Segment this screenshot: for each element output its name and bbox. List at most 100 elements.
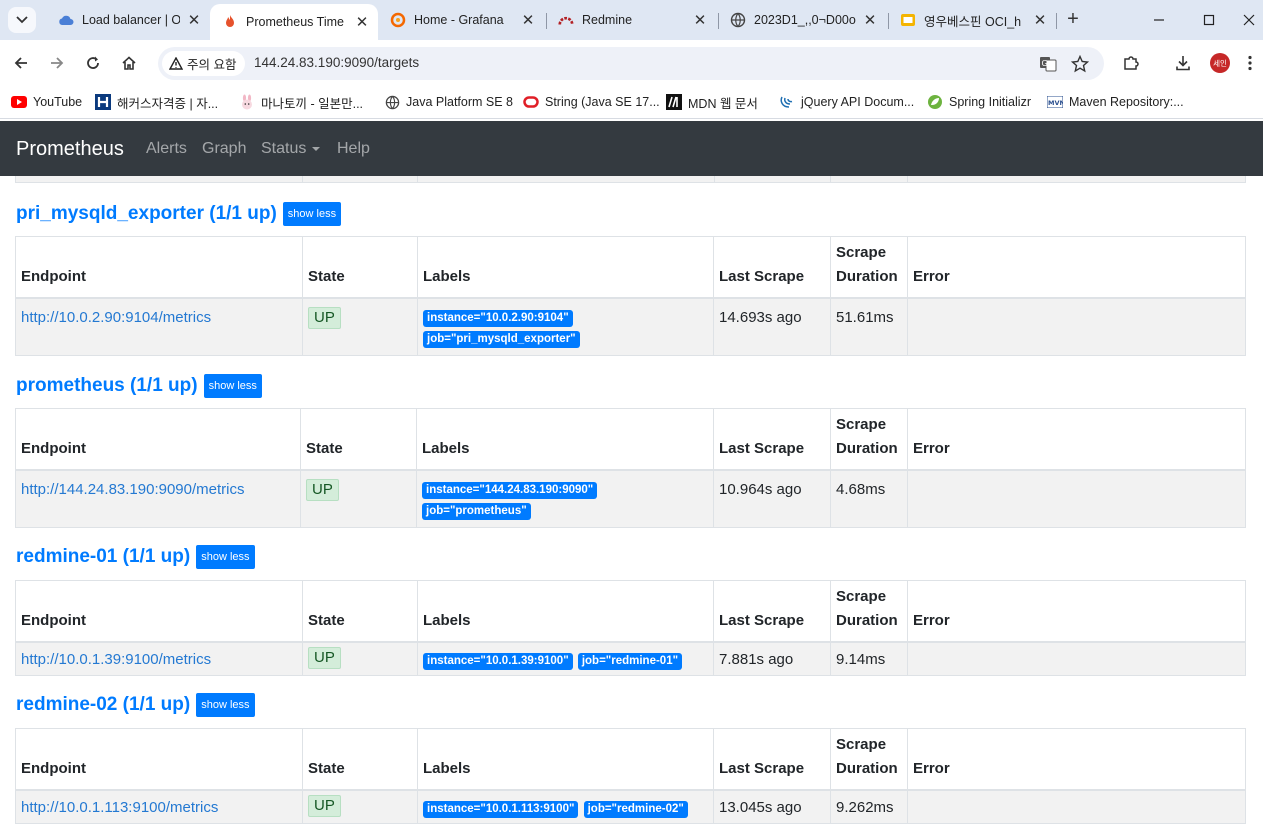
maximize-icon[interactable] (1196, 8, 1222, 32)
bookmark-mdn[interactable]: MDN 웹 문서 (666, 92, 758, 112)
label-badge: job="prometheus" (422, 502, 531, 520)
tab-search-dropdown[interactable] (8, 7, 36, 33)
label-badge: instance="144.24.83.190:9090" (422, 481, 598, 499)
address-bar[interactable]: 주의 요함 144.24.83.190:9090/targets G (158, 47, 1104, 80)
table-row: http://10.0.1.113:9100/metrics UP instan… (15, 789, 1246, 824)
endpoint-link[interactable]: http://10.0.1.113:9100/metrics (21, 799, 218, 816)
tab-title: Load balancer | Ot (82, 13, 180, 27)
table-header-row: Endpoint State Labels Last Scrape Scrape… (15, 236, 1246, 299)
show-less-button[interactable]: show less (203, 374, 262, 398)
translate-icon[interactable]: G (1038, 54, 1058, 74)
bookmark-label: 해커스자격증 | 자... (117, 96, 219, 111)
error-cell (907, 789, 1246, 824)
minimize-icon[interactable] (1146, 8, 1172, 32)
bookmark-string-java[interactable]: String (Java SE 17... (523, 92, 660, 112)
browser-tab-strip: Load balancer | Ot ✕ Prometheus Time ✕ H… (0, 0, 1263, 40)
nav-status-dropdown[interactable]: Status (261, 140, 321, 158)
spring-icon (927, 94, 943, 110)
label-badge: instance="10.0.1.39:9100" (423, 652, 573, 670)
bookmark-java-platform[interactable]: Java Platform SE 8 (384, 92, 513, 112)
col-scrape-duration: Scrape Duration (830, 408, 908, 471)
bookmark-manatoki[interactable]: 마나토끼 - 일본만... (239, 92, 363, 112)
col-scrape-duration: Scrape Duration (830, 580, 908, 643)
forward-arrow-icon[interactable] (44, 50, 70, 76)
endpoint-link[interactable]: http://10.0.2.90:9104/metrics (21, 309, 211, 326)
bookmark-spring[interactable]: Spring Initializr (927, 92, 1031, 112)
scrape-duration-cell: 51.61ms (830, 297, 908, 356)
show-less-button[interactable]: show less (196, 693, 255, 717)
browser-tab-load-balancer[interactable]: Load balancer | Ot ✕ (46, 6, 210, 34)
col-duration-word: Duration (836, 611, 898, 629)
bookmark-youtube[interactable]: YouTube (11, 92, 82, 112)
bookmark-star-icon[interactable] (1070, 54, 1090, 74)
col-last-scrape: Last Scrape (713, 728, 831, 791)
brand-logo-text[interactable]: Prometheus (16, 138, 124, 161)
maven-icon: MVN (1047, 94, 1063, 110)
col-labels: Labels (417, 236, 714, 299)
profile-avatar[interactable]: 세인 (1210, 53, 1230, 73)
col-labels: Labels (416, 408, 714, 471)
extensions-puzzle-icon[interactable] (1120, 52, 1142, 74)
labels-cell: instance="10.0.1.39:9100" job="redmine-0… (417, 641, 714, 676)
url-text[interactable]: 144.24.83.190:9090/targets (254, 55, 419, 70)
reload-icon[interactable] (80, 50, 106, 76)
table-header-row: Endpoint State Labels Last Scrape Scrape… (15, 580, 1246, 643)
col-endpoint: Endpoint (15, 236, 303, 299)
col-state: State (300, 408, 417, 471)
close-icon[interactable]: ✕ (186, 12, 202, 29)
close-icon[interactable]: ✕ (354, 14, 370, 31)
youtube-icon (11, 94, 27, 110)
close-icon[interactable]: ✕ (520, 12, 536, 29)
targets-content: pri_mysqld_exporter (1/1 up) show less E… (0, 176, 1263, 838)
label-badge: instance="10.0.2.90:9104" (423, 309, 573, 327)
browser-tab-slides[interactable]: 영우베스핀 OCI_h ✕ (888, 6, 1056, 34)
section-title-link[interactable]: redmine-02 (1/1 up) (16, 694, 190, 716)
security-warning-chip[interactable]: 주의 요함 (162, 51, 246, 76)
endpoint-link[interactable]: http://144.24.83.190:9090/metrics (21, 481, 244, 498)
back-arrow-icon[interactable] (8, 50, 34, 76)
show-less-button[interactable]: show less (196, 545, 255, 569)
download-icon[interactable] (1172, 52, 1194, 74)
bookmark-jquery[interactable]: jQuery API Docum... (779, 92, 914, 112)
prometheus-navbar: Prometheus Alerts Graph Status Help (0, 121, 1263, 176)
label-badge: job="pri_mysqld_exporter" (423, 330, 580, 348)
label-badge: job="redmine-01" (577, 652, 683, 670)
col-error: Error (907, 580, 1246, 643)
labels-cell: instance="10.0.2.90:9104" job="pri_mysqld… (417, 297, 714, 356)
bookmark-hackers[interactable]: 해커스자격증 | 자... (95, 92, 218, 112)
section-title-link[interactable]: redmine-01 (1/1 up) (16, 546, 190, 568)
nav-alerts[interactable]: Alerts (146, 140, 187, 158)
jquery-icon (779, 94, 795, 110)
col-state: State (302, 236, 418, 299)
bookmark-label: MDN 웹 문서 (688, 96, 758, 111)
previous-table-remnant (15, 176, 1246, 183)
close-icon[interactable]: ✕ (1032, 12, 1048, 29)
label-badge: job="redmine-02" (583, 800, 688, 818)
show-less-button[interactable]: show less (282, 202, 342, 226)
col-error: Error (907, 728, 1246, 791)
label-badge: instance="10.0.1.113:9100" (423, 800, 579, 818)
table-header-row: Endpoint State Labels Last Scrape Scrape… (15, 728, 1246, 791)
browser-tab-prometheus[interactable]: Prometheus Time ✕ (210, 4, 378, 40)
nav-graph[interactable]: Graph (202, 140, 246, 158)
mdn-icon (666, 94, 682, 110)
browser-tab-globe[interactable]: 2023D1_,,0¬D00o ✕ (718, 6, 886, 34)
kebab-menu-icon[interactable] (1243, 52, 1257, 74)
bookmark-maven[interactable]: MVN Maven Repository:... (1047, 92, 1184, 112)
close-icon[interactable]: ✕ (692, 12, 708, 29)
endpoint-link[interactable]: http://10.0.1.39:9100/metrics (21, 651, 211, 668)
browser-tab-grafana[interactable]: Home - Grafana ✕ (378, 6, 544, 34)
bookmark-label: Maven Repository:... (1069, 95, 1184, 109)
home-icon[interactable] (116, 50, 142, 76)
bookmark-label: jQuery API Docum... (801, 95, 915, 109)
caret-down-icon (312, 146, 321, 151)
window-close-icon[interactable] (1236, 8, 1262, 32)
section-title-link[interactable]: prometheus (1/1 up) (16, 375, 198, 397)
tab-title: 영우베스핀 OCI_h (924, 14, 1022, 29)
new-tab-plus-icon[interactable]: + (1060, 7, 1086, 33)
nav-help[interactable]: Help (337, 140, 370, 158)
section-title-link[interactable]: pri_mysqld_exporter (1/1 up) (16, 203, 277, 225)
close-icon[interactable]: ✕ (862, 12, 878, 29)
browser-tab-redmine[interactable]: Redmine ✕ (546, 6, 716, 34)
bookmark-label: 마나토끼 - 일본만... (261, 96, 364, 111)
